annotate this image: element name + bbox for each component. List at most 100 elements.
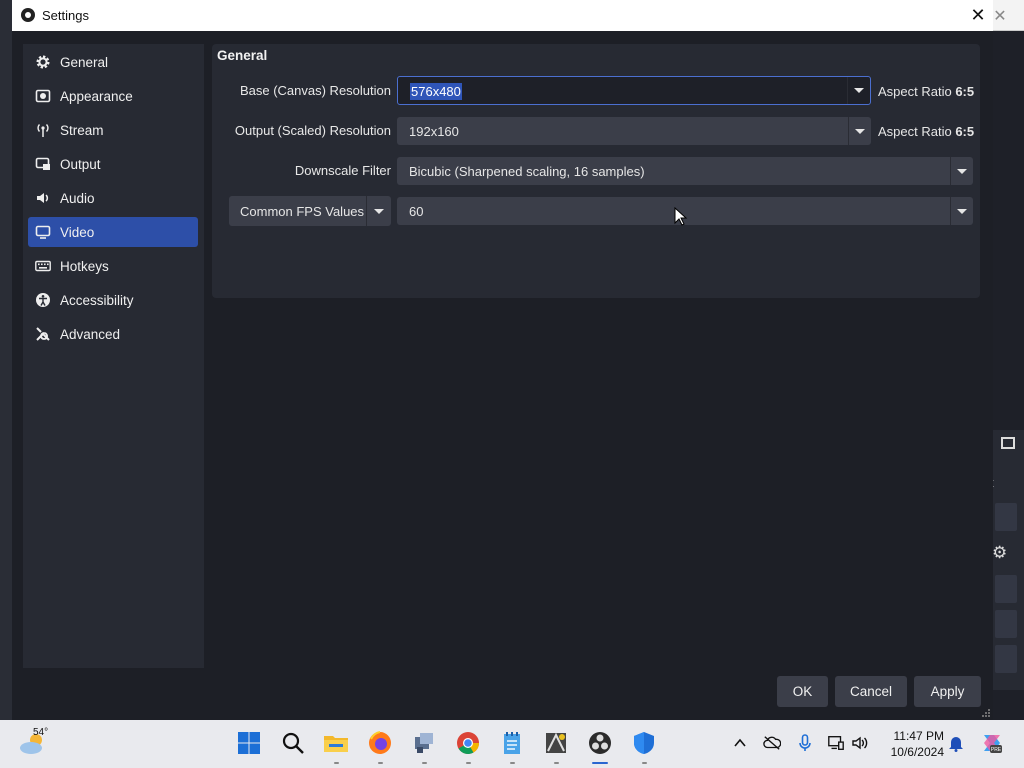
downscale-filter-value: Bicubic (Sharpened scaling, 16 samples) [409, 164, 645, 179]
sidebar-item-label: Advanced [60, 326, 121, 342]
ok-button[interactable]: OK [777, 676, 828, 707]
settings-sidebar: General Appearance Stream Output Audio V… [23, 44, 204, 668]
resize-grip-icon[interactable] [979, 706, 991, 718]
chevron-down-icon[interactable] [847, 77, 870, 104]
app-running-indicator [422, 762, 427, 764]
background-dock-button[interactable] [995, 645, 1017, 673]
sidebar-item-output[interactable]: Output [28, 149, 198, 179]
volume-icon[interactable] [851, 734, 869, 752]
app-running-indicator [334, 762, 339, 764]
sidebar-item-label: General [60, 54, 109, 70]
background-close-icon[interactable]: ✕ [993, 6, 1007, 26]
aspect-ratio-value: 6:5 [955, 124, 975, 139]
clock-time: 11:47 PM [893, 729, 944, 743]
fps-type-label: Common FPS Values [240, 204, 365, 219]
sidebar-item-label: Accessibility [60, 292, 134, 308]
section-title: General [217, 48, 268, 63]
clock-date: 10/6/2024 [890, 745, 944, 759]
app-running-indicator [554, 762, 559, 764]
sidebar-item-hotkeys[interactable]: Hotkeys [28, 251, 198, 281]
file-explorer-icon[interactable] [323, 730, 349, 756]
firefox-icon[interactable] [367, 730, 393, 756]
sidebar-item-label: Video [60, 224, 95, 240]
microphone-icon[interactable] [796, 734, 814, 752]
mouse-cursor-icon [674, 207, 688, 226]
apply-button[interactable]: Apply [914, 676, 981, 707]
cloud-offline-icon[interactable] [763, 734, 781, 752]
search-icon[interactable] [280, 730, 306, 756]
stream-icon [35, 122, 51, 138]
background-dock-button[interactable] [995, 610, 1017, 638]
output-icon [35, 156, 51, 172]
sidebar-item-label: Appearance [60, 88, 133, 104]
weather-temperature: 54° [33, 727, 49, 738]
close-button[interactable]: ✕ [968, 4, 988, 26]
sidebar-item-general[interactable]: General [28, 47, 198, 77]
sidebar-item-label: Stream [60, 122, 104, 138]
sidebar-item-appearance[interactable]: Appearance [28, 81, 198, 111]
background-undock-icon[interactable] [1001, 437, 1015, 449]
title-bar: Settings ✕ [12, 0, 993, 31]
output-resolution-label: Output (Scaled) Resolution [234, 123, 391, 138]
wrench-icon [35, 326, 51, 342]
app-running-indicator [378, 762, 383, 764]
sidebar-item-video[interactable]: Video [28, 217, 198, 247]
sidebar-item-advanced[interactable]: Advanced [28, 319, 198, 349]
base-resolution-combo[interactable]: 576x480 [397, 76, 871, 105]
aspect-ratio-label: Aspect Ratio [878, 124, 952, 139]
sidebar-item-label: Output [60, 156, 101, 172]
downscale-filter-select[interactable]: Bicubic (Sharpened scaling, 16 samples) [397, 157, 973, 185]
window-title: Settings [42, 8, 89, 23]
clock[interactable]: 11:47 PM 10/6/2024 [880, 728, 944, 760]
defender-icon[interactable] [631, 730, 657, 756]
sidebar-item-stream[interactable]: Stream [28, 115, 198, 145]
base-aspect-ratio: Aspect Ratio 6:5 [878, 84, 974, 99]
app-running-indicator [642, 762, 647, 764]
network-icon[interactable] [827, 734, 845, 752]
base-resolution-label: Base (Canvas) Resolution [239, 83, 391, 98]
chrome-icon[interactable] [455, 730, 481, 756]
taskbar: 54° 11:47 PM 10/6/2024 PRE [0, 720, 1024, 768]
appearance-icon [35, 88, 51, 104]
settings-dialog: Settings ✕ General Appearance Stream Out… [12, 0, 993, 720]
copilot-icon[interactable]: PRE [980, 731, 1004, 755]
app-active-indicator [592, 762, 608, 764]
obs-icon[interactable] [587, 730, 613, 756]
chevron-up-icon[interactable] [731, 734, 749, 752]
output-resolution-combo[interactable]: 192x160 [397, 117, 871, 145]
obs-app-icon [21, 8, 35, 22]
chevron-down-icon[interactable] [950, 197, 973, 225]
monitor-icon [35, 224, 51, 240]
keyboard-icon [35, 258, 51, 274]
notification-bell-icon[interactable] [947, 734, 965, 752]
chevron-down-icon[interactable] [848, 117, 871, 145]
speaker-icon [35, 190, 51, 206]
app-icon[interactable] [543, 730, 569, 756]
background-gear-icon[interactable]: ⚙ [992, 543, 1007, 563]
network-app-icon[interactable] [411, 730, 437, 756]
fps-type-select[interactable]: Common FPS Values [229, 196, 391, 226]
background-dock-button[interactable] [995, 503, 1017, 531]
cancel-button[interactable]: Cancel [835, 676, 907, 707]
sidebar-item-label: Hotkeys [60, 258, 109, 274]
output-aspect-ratio: Aspect Ratio 6:5 [878, 124, 974, 139]
chevron-down-icon[interactable] [950, 157, 973, 185]
notepad-icon[interactable] [499, 730, 525, 756]
sidebar-item-audio[interactable]: Audio [28, 183, 198, 213]
aspect-ratio-label: Aspect Ratio [878, 84, 952, 99]
start-icon[interactable] [236, 730, 262, 756]
sidebar-item-accessibility[interactable]: Accessibility [28, 285, 198, 315]
base-resolution-value[interactable]: 576x480 [410, 83, 462, 100]
chevron-down-icon[interactable] [366, 196, 391, 226]
app-running-indicator [466, 762, 471, 764]
background-window-left-edge [0, 0, 12, 720]
aspect-ratio-value: 6:5 [955, 84, 975, 99]
background-dock-button[interactable] [995, 575, 1017, 603]
output-resolution-value[interactable]: 192x160 [409, 124, 459, 139]
app-running-indicator [510, 762, 515, 764]
sidebar-item-label: Audio [60, 190, 95, 206]
downscale-filter-label: Downscale Filter [294, 163, 391, 178]
svg-text:PRE: PRE [991, 747, 1002, 753]
fps-value: 60 [409, 204, 424, 219]
accessibility-icon [35, 292, 51, 308]
